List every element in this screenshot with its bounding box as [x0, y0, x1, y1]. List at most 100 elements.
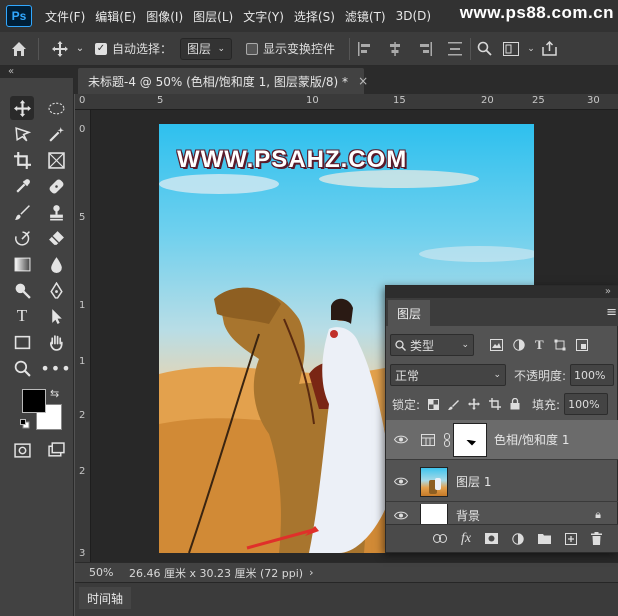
- align-right-icon[interactable]: [410, 41, 440, 56]
- visibility-eye-icon[interactable]: [386, 435, 416, 444]
- align-center-icon[interactable]: [380, 41, 410, 56]
- foreground-color-swatch[interactable]: [22, 389, 46, 413]
- default-colors-icon[interactable]: [20, 418, 30, 429]
- pen-tool-icon[interactable]: [44, 278, 68, 302]
- lock-artboard-icon[interactable]: [489, 398, 502, 410]
- menu-file[interactable]: 文件(F): [40, 8, 90, 25]
- close-icon[interactable]: ×: [358, 74, 368, 88]
- layer-mask-thumbnail[interactable]: [453, 422, 487, 457]
- rectangle-tool-icon[interactable]: [10, 330, 34, 354]
- link-layers-icon[interactable]: [432, 534, 447, 543]
- swap-colors-icon[interactable]: ⇆: [50, 387, 59, 400]
- filter-type-icon[interactable]: T: [535, 337, 544, 353]
- workspace-icon[interactable]: [497, 41, 525, 56]
- hand-tool-icon[interactable]: [44, 330, 68, 354]
- fill-input[interactable]: 100%: [564, 393, 609, 415]
- layer-filter-row: 类型 ⌄ T: [386, 334, 618, 356]
- menu-image[interactable]: 图像(I): [141, 8, 188, 25]
- lock-pixels-brush-icon[interactable]: [448, 399, 460, 410]
- checkbox-checked-icon[interactable]: ✓: [95, 42, 107, 55]
- lock-transparent-icon[interactable]: [428, 398, 440, 410]
- eraser-tool-icon[interactable]: [44, 226, 68, 250]
- mask-link-chain-icon[interactable]: [440, 432, 454, 447]
- ruler-label: 2: [79, 466, 86, 477]
- layer-name[interactable]: 色相/饱和度 1: [494, 431, 570, 448]
- brush-tool-icon[interactable]: [10, 200, 34, 224]
- filter-adjustment-icon[interactable]: [513, 339, 525, 351]
- chevron-down-icon[interactable]: ⌄: [525, 44, 537, 54]
- share-icon[interactable]: [537, 41, 561, 56]
- search-icon[interactable]: [471, 41, 497, 56]
- lasso-tool-icon[interactable]: [10, 122, 34, 146]
- menu-3d[interactable]: 3D(D): [391, 9, 436, 23]
- zoom-level[interactable]: 50%: [75, 566, 127, 579]
- panel-menu-icon[interactable]: ≡: [606, 305, 617, 320]
- layers-panel-collapse[interactable]: »: [386, 286, 618, 298]
- layers-tab[interactable]: 图层: [388, 300, 430, 326]
- layer-filter-dropdown[interactable]: 类型 ⌄: [390, 334, 474, 356]
- new-group-folder-icon[interactable]: [538, 533, 552, 544]
- gradient-tool-icon[interactable]: [10, 252, 34, 276]
- filter-shape-icon[interactable]: [554, 339, 566, 351]
- history-brush-icon[interactable]: [10, 226, 34, 250]
- blend-mode-dropdown[interactable]: 正常 ⌄: [390, 364, 506, 386]
- lock-position-icon[interactable]: [468, 398, 481, 410]
- chevron-down-icon[interactable]: ⌄: [73, 43, 87, 54]
- new-adjustment-layer-icon[interactable]: [512, 532, 524, 545]
- new-layer-icon[interactable]: [565, 532, 578, 545]
- filter-pixel-icon[interactable]: [490, 339, 503, 351]
- layer-row-layer-1[interactable]: 图层 1: [386, 462, 618, 502]
- blur-tool-icon[interactable]: [44, 252, 68, 276]
- move-tool-icon[interactable]: [10, 96, 34, 120]
- quick-mask-icon[interactable]: [10, 438, 34, 462]
- opacity-input[interactable]: 100%: [570, 364, 615, 386]
- layer-name[interactable]: 图层 1: [456, 473, 491, 490]
- show-transform-checkbox[interactable]: 显示变换控件: [246, 40, 335, 57]
- type-tool-icon[interactable]: T: [10, 304, 34, 328]
- menu-edit[interactable]: 编辑(E): [90, 8, 141, 25]
- timeline-tab[interactable]: 时间轴: [79, 587, 132, 609]
- align-left-icon[interactable]: [350, 41, 380, 56]
- blend-mode-value: 正常: [395, 368, 420, 383]
- lock-all-icon[interactable]: [510, 398, 520, 410]
- menu-select[interactable]: 选择(S): [289, 8, 340, 25]
- search-icon: [395, 339, 406, 351]
- crop-tool-icon[interactable]: [10, 148, 34, 172]
- visibility-eye-icon[interactable]: [386, 511, 416, 520]
- screen-mode-icon[interactable]: [44, 438, 68, 462]
- layer-row-background[interactable]: 背景 🔒︎: [386, 504, 618, 526]
- auto-select-checkbox[interactable]: ✓ 自动选择：: [95, 40, 172, 57]
- document-tab[interactable]: 未标题-4 @ 50% (色相/饱和度 1, 图层蒙版/8) * ×: [78, 68, 368, 94]
- dodge-tool-icon[interactable]: [10, 278, 34, 302]
- photoshop-logo: Ps: [6, 5, 32, 27]
- checkbox-unchecked-icon[interactable]: [246, 42, 259, 55]
- align-top-icon[interactable]: [440, 41, 470, 56]
- menu-type[interactable]: 文字(Y): [238, 8, 289, 25]
- status-menu-arrow-icon[interactable]: ›: [309, 566, 313, 579]
- delete-layer-trash-icon[interactable]: [591, 532, 602, 545]
- layer-style-fx-icon[interactable]: fx: [461, 531, 471, 547]
- layer-row-hue-saturation[interactable]: 色相/饱和度 1: [386, 420, 618, 460]
- frame-tool-icon[interactable]: [44, 148, 68, 172]
- magic-wand-icon[interactable]: [44, 122, 68, 146]
- more-tools-icon[interactable]: •••: [40, 356, 70, 380]
- eyedropper-icon[interactable]: [10, 174, 34, 198]
- zoom-tool-icon[interactable]: [10, 356, 34, 380]
- filter-smart-object-icon[interactable]: [575, 339, 588, 351]
- tools-collapse-bar[interactable]: «: [0, 66, 74, 78]
- home-icon[interactable]: [0, 41, 38, 57]
- layer-filter-value: 类型: [410, 338, 435, 353]
- auto-select-target-dropdown[interactable]: 图层 ⌄: [180, 37, 233, 60]
- add-mask-icon[interactable]: [485, 533, 499, 544]
- stamp-tool-icon[interactable]: [44, 200, 68, 224]
- move-tool-icon[interactable]: [47, 40, 73, 57]
- menu-layer[interactable]: 图层(L): [188, 8, 238, 25]
- layer-name[interactable]: 背景: [456, 507, 480, 524]
- menu-filter[interactable]: 滤镜(T): [340, 8, 391, 25]
- timeline-panel: 时间轴: [75, 582, 618, 616]
- visibility-eye-icon[interactable]: [386, 477, 416, 486]
- path-selection-icon[interactable]: [44, 304, 68, 328]
- healing-brush-icon[interactable]: [44, 174, 68, 198]
- marquee-tool-icon[interactable]: [44, 96, 68, 120]
- ruler-label: 3: [79, 548, 86, 559]
